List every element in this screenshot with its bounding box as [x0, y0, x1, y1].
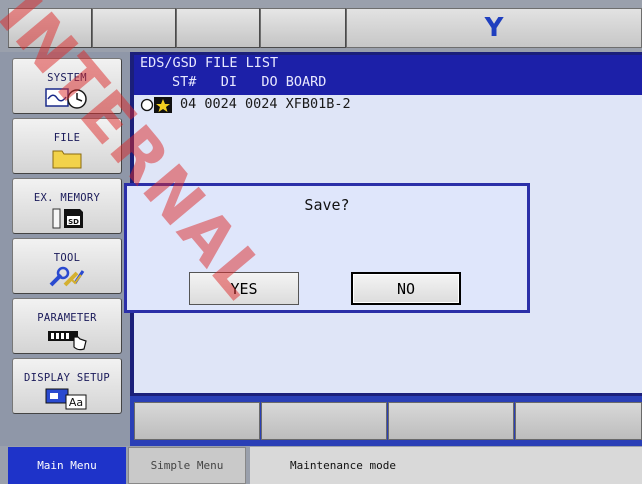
mode-indicator: Maintenance mode	[250, 447, 642, 484]
logo-text: Y	[484, 13, 504, 43]
parameter-hand-icon	[13, 325, 121, 351]
file-list-title: EDS/GSD FILE LIST	[140, 55, 279, 71]
brand-logo: Y	[346, 8, 642, 48]
main-menu-button[interactable]: Main Menu	[8, 447, 126, 484]
top-button-3[interactable]	[176, 8, 260, 48]
folder-icon	[13, 145, 121, 171]
sd-card-icon: SD	[13, 205, 121, 231]
top-button-2[interactable]	[92, 8, 176, 48]
top-button-1[interactable]	[8, 8, 92, 48]
menu-button-file[interactable]: FILE	[12, 118, 122, 174]
function-button-2[interactable]	[261, 402, 387, 440]
function-button-4[interactable]	[515, 402, 642, 440]
system-clock-icon	[13, 85, 121, 111]
menu-label: DISPLAY SETUP	[23, 372, 111, 384]
menu-button-parameter[interactable]: PARAMETER	[12, 298, 122, 354]
simple-menu-button[interactable]: Simple Menu	[128, 447, 246, 484]
list-item[interactable]: 04 0024 0024 XFB01B-2	[140, 96, 580, 114]
menu-button-display-setup[interactable]: DISPLAY SETUP Aa	[12, 358, 122, 414]
file-list-columns: ST# DI DO BOARD	[172, 74, 327, 90]
display-setup-icon: Aa	[13, 385, 121, 411]
svg-text:Aa: Aa	[69, 396, 83, 409]
function-button-1[interactable]	[134, 402, 260, 440]
menu-label: SYSTEM	[47, 72, 87, 84]
yes-button[interactable]: YES	[189, 272, 299, 305]
menu-button-ex-memory[interactable]: EX. MEMORY SD	[12, 178, 122, 234]
menu-label: EX. MEMORY	[33, 192, 101, 204]
no-button[interactable]: NO	[351, 272, 461, 305]
list-item-text: 04 0024 0024 XFB01B-2	[180, 96, 351, 112]
svg-text:SD: SD	[68, 218, 79, 226]
menu-button-tool[interactable]: TOOL	[12, 238, 122, 294]
menu-label: TOOL	[53, 252, 81, 264]
radio-star-icon	[140, 97, 172, 113]
menu-button-system[interactable]: SYSTEM	[12, 58, 122, 114]
menu-label: PARAMETER	[37, 312, 97, 324]
menu-label: FILE	[53, 132, 81, 144]
function-button-3[interactable]	[388, 402, 514, 440]
dialog-message: Save?	[304, 196, 350, 214]
tool-icon	[13, 265, 121, 291]
top-button-4[interactable]	[260, 8, 346, 48]
